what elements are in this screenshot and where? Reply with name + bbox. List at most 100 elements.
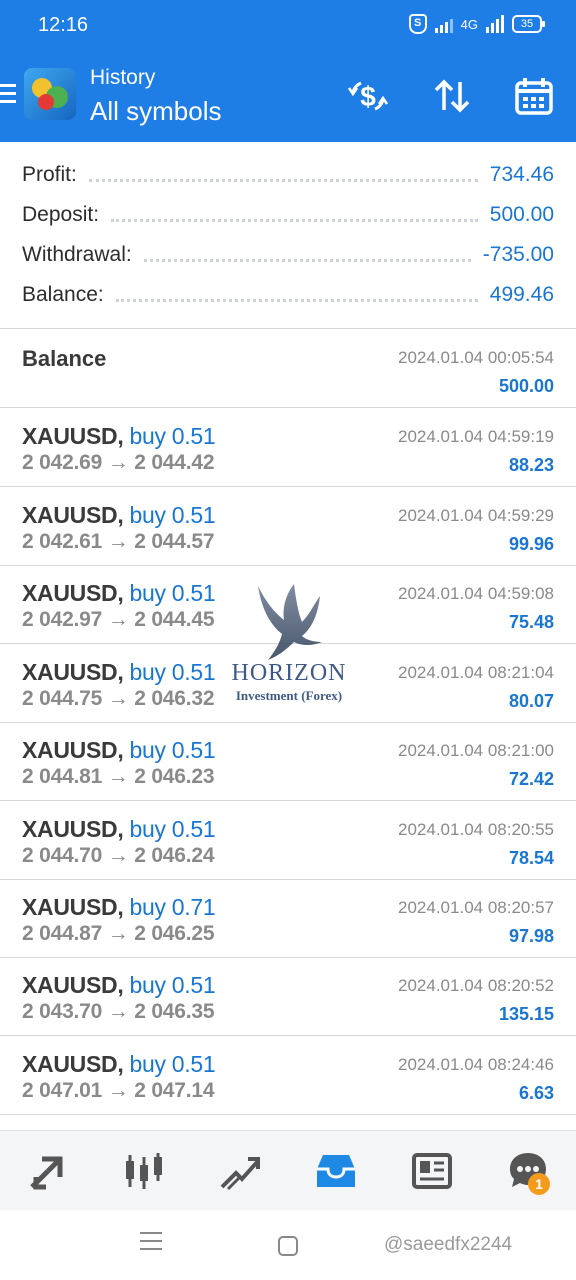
deal-prices: 2 044.87 → 2 046.25 <box>22 922 215 945</box>
home-icon[interactable] <box>278 1236 298 1256</box>
deal-row[interactable]: XAUUSD, buy 0.51 2 047.01 → 2 047.14 202… <box>0 1037 576 1115</box>
deal-time: 2024.01.04 04:59:08 <box>398 584 554 603</box>
app-logo <box>24 68 76 120</box>
system-nav-bar: @saeedfx2244 <box>0 1210 576 1280</box>
status-time: 12:16 <box>38 14 89 36</box>
messages-badge: 1 <box>528 1172 550 1195</box>
deal-time: 2024.01.04 08:21:00 <box>398 741 554 760</box>
trade-icon[interactable] <box>212 1143 268 1199</box>
header-subtitle: History <box>90 66 156 89</box>
deal-prices: 2 044.75 → 2 046.32 <box>22 687 215 710</box>
deal-row[interactable]: XAUUSD, buy 0.51 2 042.97 → 2 044.45 202… <box>0 566 576 644</box>
app-header: 12:16 S 4G 35 History All symbols $ <box>0 0 576 142</box>
deal-profit: 75.48 <box>508 612 554 632</box>
battery-icon: 35 <box>512 15 545 33</box>
deal-row[interactable]: XAUUSD, buy 0.51 2 042.61 → 2 044.57 202… <box>0 488 576 566</box>
header-title[interactable]: All symbols <box>90 96 221 127</box>
deal-profit: 135.15 <box>498 1004 554 1024</box>
history-icon[interactable] <box>308 1143 364 1199</box>
footer-handle: @saeedfx2244 <box>384 1234 513 1255</box>
summary-label: Withdrawal: <box>22 243 132 266</box>
deal-symbol: XAUUSD, <box>22 816 124 842</box>
deal-time: 2024.01.04 00:05:54 <box>398 348 554 367</box>
deal-symbol: XAUUSD, <box>22 580 124 606</box>
leader-dots <box>111 208 478 222</box>
deal-prices: 2 047.01 → 2 047.14 <box>22 1079 215 1102</box>
summary-value: 734.46 <box>489 163 554 186</box>
menu-icon[interactable] <box>0 84 16 108</box>
deal-row[interactable]: XAUUSD, buy 0.71 2 044.87 → 2 046.25 202… <box>0 880 576 958</box>
summary-label: Deposit: <box>22 203 100 226</box>
balance-operation-row[interactable]: Balance 2024.01.04 00:05:54 500.00 <box>0 330 576 408</box>
deal-profit: 97.98 <box>508 926 554 946</box>
quotes-icon[interactable] <box>20 1143 76 1199</box>
deal-time: 2024.01.04 08:20:55 <box>398 820 554 839</box>
deal-symbol: XAUUSD, <box>22 502 124 528</box>
deal-type: buy 0.51 <box>129 1051 216 1077</box>
deal-symbol: XAUUSD, <box>22 894 124 920</box>
deal-row[interactable]: XAUUSD, buy 0.51 2 044.81 → 2 046.23 202… <box>0 723 576 801</box>
deal-symbol: XAUUSD, <box>22 972 124 998</box>
deal-type: buy 0.51 <box>129 502 216 528</box>
recent-apps-icon[interactable] <box>140 1232 162 1256</box>
summary-label: Profit: <box>22 163 77 186</box>
messages-icon[interactable]: 1 <box>500 1143 556 1199</box>
leader-dots <box>88 168 478 182</box>
sort-icon[interactable] <box>430 74 474 118</box>
dollar-refresh-icon[interactable]: $ <box>346 74 390 118</box>
deal-prices: 2 044.81 → 2 046.23 <box>22 765 215 788</box>
deal-prices: 2 042.97 → 2 044.45 <box>22 608 215 631</box>
deal-time: 2024.01.04 08:20:52 <box>398 976 554 995</box>
deal-profit: 6.63 <box>518 1083 554 1103</box>
deal-time: 2024.01.04 08:20:57 <box>398 898 554 917</box>
deal-type: buy 0.51 <box>129 737 216 763</box>
deal-profit: 78.54 <box>508 848 554 868</box>
summary-panel: Profit: 734.46 Deposit: 500.00 Withdrawa… <box>0 155 576 315</box>
summary-profit: Profit: 734.46 <box>0 155 576 195</box>
deal-prices: 2 042.61 → 2 044.57 <box>22 530 215 553</box>
signal-icon <box>434 15 453 33</box>
summary-value: -735.00 <box>482 243 554 266</box>
deal-prices: 2 043.70 → 2 046.35 <box>22 1000 215 1023</box>
deal-type: buy 0.51 <box>129 816 216 842</box>
deal-prices: 2 042.69 → 2 044.42 <box>22 451 215 474</box>
deal-symbol: XAUUSD, <box>22 1051 124 1077</box>
leader-dots <box>143 248 471 262</box>
summary-value: 500.00 <box>489 203 554 226</box>
deal-profit: 72.42 <box>508 769 554 789</box>
news-icon[interactable] <box>404 1143 460 1199</box>
svg-text:$: $ <box>360 81 376 112</box>
summary-balance: Balance: 499.46 <box>0 275 576 315</box>
deal-profit: 99.96 <box>508 534 554 554</box>
deal-amount: 500.00 <box>498 376 554 396</box>
deal-type: buy 0.51 <box>129 659 216 685</box>
shield-icon: S <box>408 14 427 34</box>
leader-dots <box>115 288 478 302</box>
deal-profit: 88.23 <box>508 455 554 475</box>
balance-title: Balance <box>22 346 107 371</box>
summary-withdrawal: Withdrawal: -735.00 <box>0 235 576 275</box>
deal-type: buy 0.51 <box>129 580 216 606</box>
deal-time: 2024.01.04 04:59:29 <box>398 506 554 525</box>
deal-symbol: XAUUSD, <box>22 659 124 685</box>
deal-row[interactable]: XAUUSD, buy 0.51 2 042.69 → 2 044.42 202… <box>0 409 576 487</box>
deal-symbol: XAUUSD, <box>22 423 124 449</box>
summary-value: 499.46 <box>489 283 554 306</box>
deal-row[interactable]: XAUUSD, buy 0.51 2 044.75 → 2 046.32 202… <box>0 645 576 723</box>
deal-row[interactable]: XAUUSD, buy 0.51 2 043.70 → 2 046.35 202… <box>0 958 576 1036</box>
deal-row[interactable]: XAUUSD, buy 0.51 2 044.70 → 2 046.24 202… <box>0 802 576 880</box>
deal-profit: 80.07 <box>508 691 554 711</box>
chart-icon[interactable] <box>116 1143 172 1199</box>
deal-time: 2024.01.04 08:24:46 <box>398 1055 554 1074</box>
deal-type: buy 0.71 <box>129 894 216 920</box>
calendar-icon[interactable] <box>512 74 556 118</box>
deal-prices: 2 044.70 → 2 046.24 <box>22 844 215 867</box>
deal-symbol: XAUUSD, <box>22 737 124 763</box>
signal-icon-2 <box>486 15 504 33</box>
summary-deposit: Deposit: 500.00 <box>0 195 576 235</box>
deal-time: 2024.01.04 08:21:04 <box>398 663 554 682</box>
deal-time: 2024.01.04 04:59:19 <box>398 427 554 446</box>
summary-label: Balance: <box>22 283 104 306</box>
network-type: 4G <box>460 16 478 32</box>
divider <box>0 328 576 329</box>
